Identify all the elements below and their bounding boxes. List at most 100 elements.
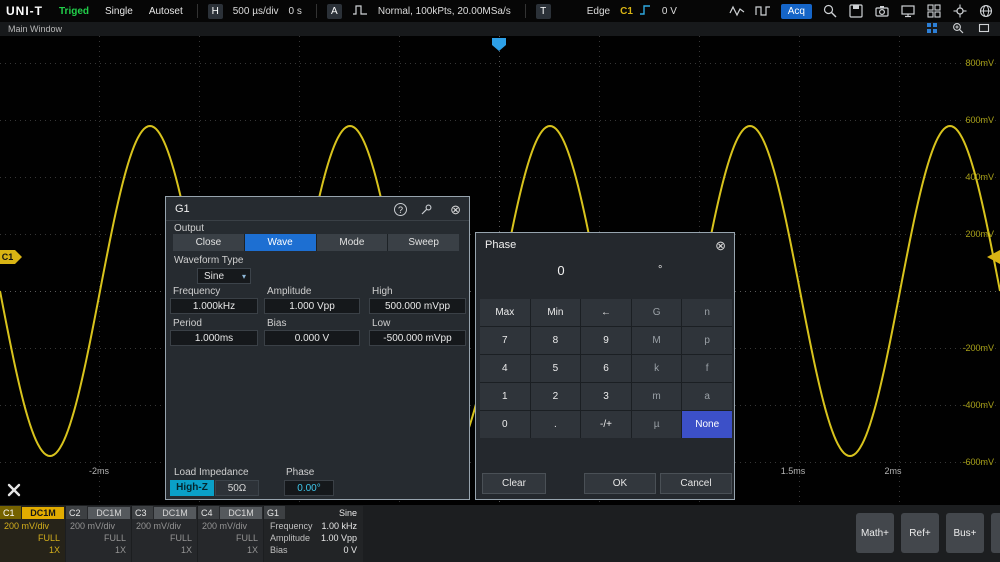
channel3-status-block[interactable]: C3 DC1M 200 mV/div FULL 1X [132, 506, 197, 562]
g1-bias-label: Bias [270, 545, 288, 555]
key-milli[interactable]: m [632, 383, 682, 410]
channel2-coupling: DC1M [88, 507, 130, 519]
tab-wave[interactable]: Wave [245, 234, 316, 251]
close-icon[interactable]: ⊗ [715, 239, 726, 252]
bias-label: Bias [267, 318, 286, 329]
key-0[interactable]: 0 [480, 411, 530, 438]
high-input[interactable]: 500.000 mVpp [369, 298, 466, 314]
key-5[interactable]: 5 [531, 355, 581, 382]
key-1[interactable]: 1 [480, 383, 530, 410]
horizontal-badge[interactable]: H [208, 4, 223, 19]
autoset-button[interactable]: Autoset [149, 6, 183, 17]
channel4-probe: 1X [198, 543, 263, 555]
key-backspace[interactable]: ← [581, 299, 631, 326]
g1-status-block[interactable]: G1 Sine Frequency 1.00 kHz Amplitude 1.0… [264, 506, 363, 562]
cancel-button[interactable]: Cancel [660, 473, 732, 494]
key-min[interactable]: Min [531, 299, 581, 326]
phase-input[interactable]: 0.00° [284, 480, 334, 496]
key-2[interactable]: 2 [531, 383, 581, 410]
gear-icon[interactable] [952, 3, 968, 19]
low-input[interactable]: -500.000 mVpp [369, 330, 466, 346]
toolbar-icon-group: Acq [729, 3, 994, 19]
key-nano[interactable]: n [682, 299, 732, 326]
help-icon[interactable]: ? [394, 203, 407, 216]
tab-sweep[interactable]: Sweep [388, 234, 459, 251]
waveform-type-select[interactable]: Sine ▾ [197, 268, 251, 284]
trigger-badge[interactable]: T [536, 4, 551, 19]
key-femto[interactable]: f [682, 355, 732, 382]
single-button[interactable]: Single [105, 6, 133, 17]
utility-tools-icon[interactable] [6, 482, 22, 503]
g1-dialog-title: G1 [175, 203, 190, 215]
pin-icon[interactable] [420, 203, 433, 219]
key-8[interactable]: 8 [531, 327, 581, 354]
key-3[interactable]: 3 [581, 383, 631, 410]
trigger-level-marker[interactable] [987, 250, 1000, 264]
channel4-status-block[interactable]: C4 DC1M 200 mV/div FULL 1X [198, 506, 263, 562]
math-add-button[interactable]: Math+ [856, 513, 894, 553]
display-icon[interactable] [900, 3, 916, 19]
tab-mode[interactable]: Mode [317, 234, 388, 251]
ok-button[interactable]: OK [584, 473, 656, 494]
tab-close[interactable]: Close [173, 234, 244, 251]
square-wave-icon[interactable] [755, 3, 771, 19]
key-mega[interactable]: M [632, 327, 682, 354]
channel2-bandwidth: FULL [66, 531, 131, 543]
amplitude-input[interactable]: 1.000 Vpp [264, 298, 360, 314]
window-bar: Main Window [0, 22, 1000, 36]
camera-icon[interactable] [874, 3, 890, 19]
channel1-scale: 200 mV/div [0, 519, 65, 531]
top-toolbar: UNI-T Triged Single Autoset H 500 µs/div… [0, 0, 1000, 22]
key-4[interactable]: 4 [480, 355, 530, 382]
ref-add-button[interactable]: Ref+ [901, 513, 939, 553]
trigger-status: Triged [59, 6, 89, 17]
cursor-waveform-icon[interactable] [729, 3, 745, 19]
save-icon[interactable] [848, 3, 864, 19]
load-highz-button[interactable]: High-Z [170, 480, 214, 496]
key-6[interactable]: 6 [581, 355, 631, 382]
key-micro[interactable]: µ [632, 411, 682, 438]
g1-amplitude-value: 1.00 Vpp [321, 533, 357, 543]
acquire-badge[interactable]: A [327, 4, 342, 19]
trigger-source-readout[interactable]: C1 [620, 6, 633, 17]
channel1-status-block[interactable]: C1 DC1M 200 mV/div FULL 1X [0, 506, 65, 562]
acq-button[interactable]: Acq [781, 4, 812, 19]
g1-side-button[interactable]: G1 [991, 513, 1000, 553]
horizontal-scale-readout[interactable]: 500 µs/div [233, 6, 279, 17]
key-decimal[interactable]: . [531, 411, 581, 438]
voltage-label: 200mV [934, 229, 994, 239]
load-50ohm-button[interactable]: 50Ω [215, 480, 259, 496]
key-7[interactable]: 7 [480, 327, 530, 354]
acquire-info-readout[interactable]: Normal, 100kPts, 20.00MSa/s [378, 6, 511, 17]
window-icon[interactable] [978, 22, 990, 36]
period-input[interactable]: 1.000ms [170, 330, 258, 346]
key-pico[interactable]: p [682, 327, 732, 354]
bus-add-button[interactable]: Bus+ [946, 513, 984, 553]
voltage-label: 600mV [934, 115, 994, 125]
key-max[interactable]: Max [480, 299, 530, 326]
key-atto[interactable]: a [682, 383, 732, 410]
grid-apps-icon[interactable] [926, 3, 942, 19]
key-kilo[interactable]: k [632, 355, 682, 382]
key-none[interactable]: None [682, 411, 732, 438]
voltage-label: -200mV [934, 343, 994, 353]
globe-icon[interactable] [978, 3, 994, 19]
key-giga[interactable]: G [632, 299, 682, 326]
key-sign[interactable]: -/+ [581, 411, 631, 438]
trigger-type-readout[interactable]: Edge [587, 6, 610, 17]
status-bar: C1 DC1M 200 mV/div FULL 1X C2 DC1M 200 m… [0, 505, 1000, 562]
close-icon[interactable]: ⊗ [450, 203, 461, 216]
channel1-coupling: DC1M [22, 507, 64, 519]
bias-input[interactable]: 0.000 V [264, 330, 360, 346]
trigger-position-marker[interactable] [492, 37, 506, 57]
layout-grid-icon[interactable] [926, 22, 938, 36]
channel1-offset-marker[interactable]: C1 [0, 250, 22, 264]
search-icon[interactable] [822, 3, 838, 19]
frequency-input[interactable]: 1.000kHz [170, 298, 258, 314]
horizontal-offset-readout[interactable]: 0 s [289, 6, 302, 17]
zoom-in-icon[interactable] [952, 22, 964, 36]
clear-button[interactable]: Clear [482, 473, 546, 494]
channel2-status-block[interactable]: C2 DC1M 200 mV/div FULL 1X [66, 506, 131, 562]
key-9[interactable]: 9 [581, 327, 631, 354]
trigger-level-readout[interactable]: 0 V [662, 6, 677, 17]
